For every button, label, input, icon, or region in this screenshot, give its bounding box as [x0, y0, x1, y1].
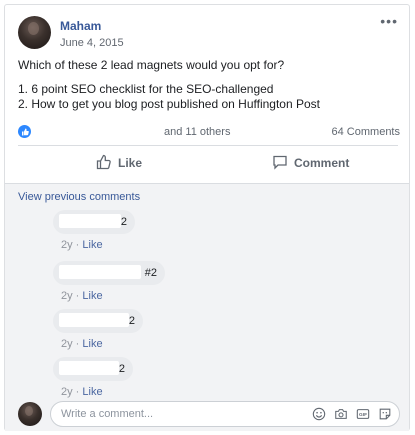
- thumbs-up-icon: [96, 154, 112, 173]
- comment-time[interactable]: 2y: [61, 239, 73, 251]
- like-button[interactable]: Like: [96, 148, 142, 178]
- comment-button-label: Comment: [294, 156, 350, 170]
- comment-text: 2: [118, 363, 125, 375]
- comment-bubble[interactable]: #2: [53, 261, 165, 285]
- comment-meta: 2y · Like: [61, 338, 103, 350]
- comment-time[interactable]: 2y: [61, 338, 73, 350]
- comment-meta: 2y · Like: [61, 290, 103, 302]
- divider: [18, 145, 398, 146]
- comment-meta: 2y · Like: [61, 386, 103, 398]
- post-option-1: 1. 6 point SEO checklist for the SEO-cha…: [18, 82, 274, 96]
- speech-bubble-icon: [272, 154, 288, 173]
- comment-time[interactable]: 2y: [61, 386, 73, 398]
- current-user-avatar[interactable]: [18, 402, 42, 426]
- comment-bubble[interactable]: 2: [53, 210, 135, 234]
- comment-bubble[interactable]: 2: [53, 357, 133, 381]
- post-stats: and 11 others 64 Comments: [18, 123, 400, 141]
- post-header: Maham June 4, 2015 •••: [18, 14, 398, 52]
- comment-like-link[interactable]: Like: [82, 290, 102, 302]
- redacted-commenter: [59, 313, 129, 327]
- redacted-commenter: [59, 361, 119, 375]
- more-options-icon[interactable]: •••: [380, 14, 398, 28]
- view-previous-comments-link[interactable]: View previous comments: [18, 191, 140, 203]
- post-card: Maham June 4, 2015 ••• Which of these 2 …: [4, 4, 410, 431]
- comment-input[interactable]: Write a comment... GIF: [50, 401, 400, 427]
- comment-text: 2: [128, 315, 135, 327]
- camera-icon[interactable]: [333, 406, 348, 421]
- emoji-icon[interactable]: [311, 406, 326, 421]
- comment-like-link[interactable]: Like: [82, 239, 102, 251]
- comment-placeholder: Write a comment...: [61, 408, 154, 420]
- sticker-icon[interactable]: [377, 406, 392, 421]
- svg-text:GIF: GIF: [359, 412, 367, 418]
- post-option-2: 2. How to get you blog post published on…: [18, 97, 320, 111]
- comment-time[interactable]: 2y: [61, 290, 73, 302]
- comments-section: View previous comments 2 2y · Like #2 2y…: [5, 183, 409, 431]
- comment-bubble[interactable]: 2: [53, 309, 143, 333]
- comment-button[interactable]: Comment: [272, 148, 349, 178]
- gif-icon[interactable]: GIF: [355, 406, 370, 421]
- composer-icons: GIF: [311, 406, 392, 421]
- comment-text: #2: [144, 267, 157, 279]
- redacted-commenter: [59, 265, 141, 279]
- comment-text: 2: [120, 216, 127, 228]
- thumbs-up-badge-icon[interactable]: [18, 125, 31, 138]
- comment-meta: 2y · Like: [61, 239, 103, 251]
- reactions-count[interactable]: and 11 others: [164, 126, 230, 138]
- redacted-commenter: [59, 214, 121, 228]
- comment-composer: Write a comment... GIF: [18, 401, 400, 427]
- author-avatar[interactable]: [18, 16, 51, 49]
- comments-count[interactable]: 64 Comments: [332, 126, 400, 138]
- comment-like-link[interactable]: Like: [82, 386, 102, 398]
- post-date[interactable]: June 4, 2015: [60, 37, 124, 49]
- post-question: Which of these 2 lead magnets would you …: [18, 58, 285, 72]
- post-body: Which of these 2 lead magnets would you …: [18, 58, 398, 112]
- author-name[interactable]: Maham: [60, 19, 101, 33]
- comment-like-link[interactable]: Like: [82, 338, 102, 350]
- post-actions: Like Comment: [18, 148, 398, 178]
- like-button-label: Like: [118, 156, 143, 170]
